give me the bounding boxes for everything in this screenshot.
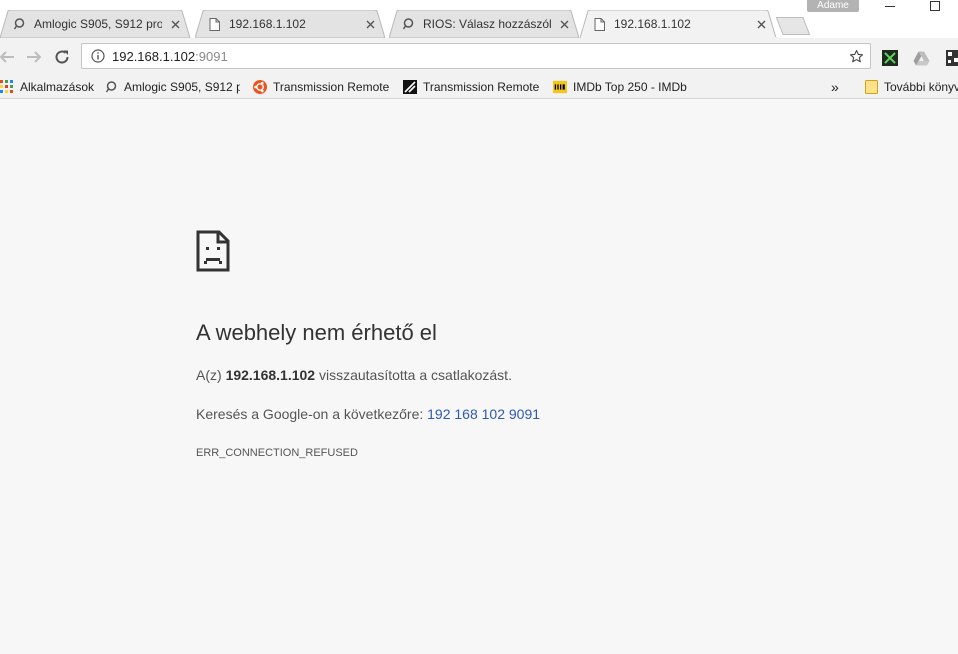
forum-icon xyxy=(401,17,415,31)
bookmark-apps[interactable]: Alkalmazások xyxy=(0,78,94,96)
forward-button[interactable] xyxy=(22,45,46,69)
tab-title: RIOS: Válasz hozzászólásra xyxy=(423,17,551,31)
tab-amlogic[interactable]: Amlogic S905, S912 processzoros okoseszk… xyxy=(0,10,192,38)
close-icon[interactable] xyxy=(363,17,377,31)
url-text[interactable]: 192.168.1.102:9091 xyxy=(112,49,228,64)
bookmark-label: IMDb Top 250 - IMDb xyxy=(573,80,687,94)
tab-title: Amlogic S905, S912 processzoros okoseszk… xyxy=(34,17,162,31)
search-prefix: Keresés a Google-on a következőre: xyxy=(196,406,428,422)
maximize-icon[interactable] xyxy=(925,0,945,12)
ubuntu-icon xyxy=(253,80,267,94)
error-host: 192.168.1.102 xyxy=(225,367,316,383)
address-bar[interactable]: 192.168.1.102:9091 xyxy=(81,43,871,69)
close-icon[interactable] xyxy=(168,17,182,31)
bookmark-amlogic[interactable]: Amlogic S905, S912 p xyxy=(104,78,240,96)
bookmark-label: Amlogic S905, S912 p xyxy=(124,80,240,94)
bookmark-star-icon[interactable] xyxy=(848,48,864,64)
toolbar: 192.168.1.102:9091 xyxy=(0,38,958,76)
error-search-suggestion: Keresés a Google-on a következőre: 192 1… xyxy=(196,406,540,422)
folder-icon xyxy=(864,80,878,94)
imdb-icon xyxy=(553,80,567,94)
close-icon[interactable] xyxy=(754,17,768,31)
bookmark-label: Alkalmazások xyxy=(20,80,95,94)
tab-strip: Amlogic S905, S912 processzoros okoseszk… xyxy=(0,0,958,38)
google-drive-icon[interactable] xyxy=(912,49,930,67)
transmission-icon xyxy=(403,80,417,94)
bookmark-label: További könyvjelzők xyxy=(884,80,958,94)
error-code: ERR_CONNECTION_REFUSED xyxy=(196,447,358,459)
bookmark-label: Transmission Remote xyxy=(273,80,390,94)
tab-rios[interactable]: RIOS: Válasz hozzászólásra xyxy=(389,10,581,38)
reload-button[interactable] xyxy=(50,45,74,69)
error-title: A webhely nem érhető el xyxy=(196,320,437,345)
minimize-icon[interactable] xyxy=(880,0,900,12)
extension-qr-icon[interactable] xyxy=(944,49,958,67)
bookmark-label: Transmission Remote xyxy=(423,80,540,94)
extension-green-icon[interactable] xyxy=(881,49,899,67)
error-desc-suffix: visszautasította a csatlakozást. xyxy=(315,367,512,383)
url-host: 192.168.1.102 xyxy=(112,48,196,64)
info-icon[interactable] xyxy=(90,48,106,64)
page-icon xyxy=(592,17,606,31)
apps-grid-icon xyxy=(0,80,14,94)
tab-192-168-1-102-a[interactable]: 192.168.1.102 xyxy=(195,10,387,38)
bookmarks-overflow-button[interactable]: » xyxy=(831,78,839,96)
bookmarks-bar: Alkalmazások Amlogic S905, S912 p Transm… xyxy=(0,76,958,99)
tab-title: 192.168.1.102 xyxy=(229,17,306,31)
error-description: A(z) 192.168.1.102 visszautasította a cs… xyxy=(196,367,512,383)
sad-page-icon xyxy=(196,230,230,272)
tab-title: 192.168.1.102 xyxy=(614,17,691,31)
page-icon xyxy=(207,17,221,31)
bookmark-transmission-1[interactable]: Transmission Remote xyxy=(253,78,389,96)
bookmark-imdb[interactable]: IMDb Top 250 - IMDb xyxy=(553,78,687,96)
tab-192-168-1-102-active[interactable]: 192.168.1.102 xyxy=(580,10,778,38)
reload-icon xyxy=(55,50,69,64)
url-port: :9091 xyxy=(195,48,228,64)
google-search-link[interactable]: 192 168 102 9091 xyxy=(427,406,540,422)
profile-button[interactable]: Adame xyxy=(807,0,859,12)
new-tab-button[interactable] xyxy=(776,17,810,35)
back-button[interactable] xyxy=(0,45,19,69)
bookmark-transmission-2[interactable]: Transmission Remote xyxy=(403,78,539,96)
arrow-right-icon xyxy=(27,51,42,63)
arrow-left-icon xyxy=(0,51,14,63)
forum-icon xyxy=(104,80,118,94)
error-desc-prefix: A(z) xyxy=(196,367,226,383)
forum-icon xyxy=(12,17,26,31)
close-icon[interactable] xyxy=(557,17,571,31)
bookmark-other-folder[interactable]: További könyvjelzők xyxy=(864,78,958,96)
